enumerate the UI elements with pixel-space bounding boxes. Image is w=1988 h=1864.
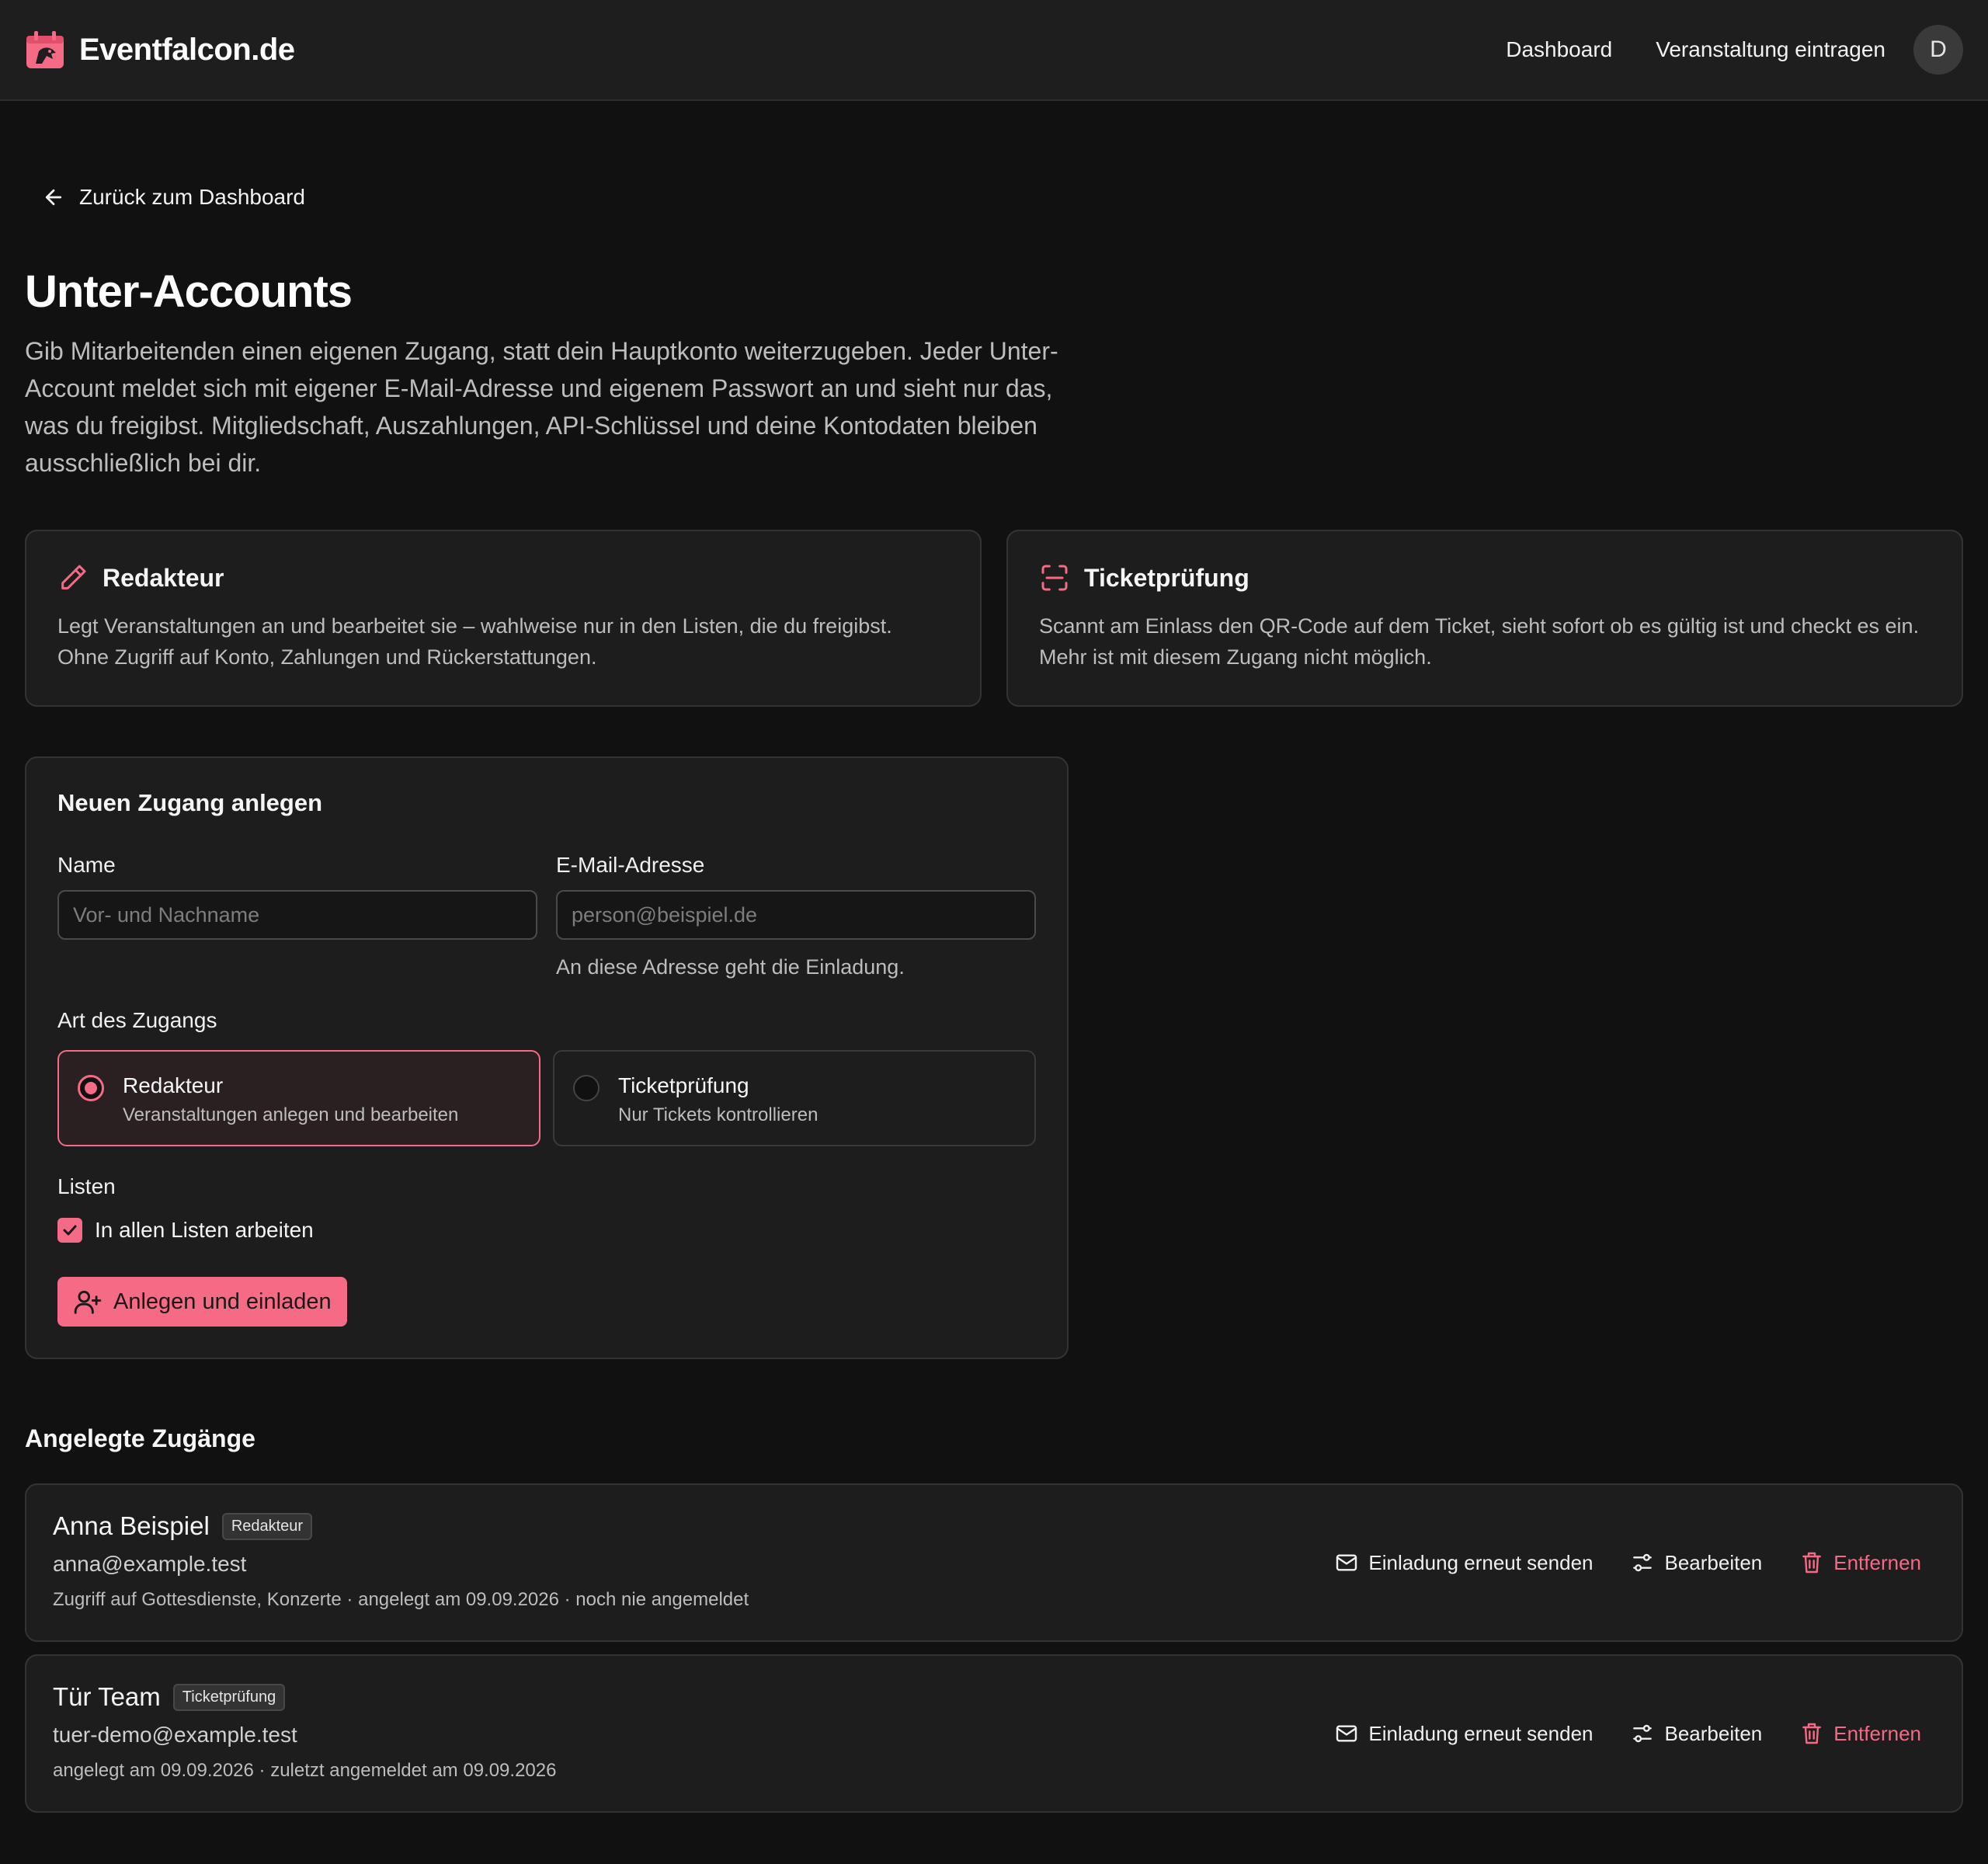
role-badge: Redakteur	[221, 1512, 313, 1540]
email-input[interactable]	[556, 890, 1036, 940]
remove-account-button[interactable]: Entfernen	[1799, 1550, 1921, 1575]
arrow-left-icon	[42, 186, 65, 209]
mail-icon	[1336, 1554, 1357, 1571]
trash-icon	[1802, 1723, 1822, 1744]
brand-link[interactable]: Eventfalcon.de	[25, 30, 295, 70]
resend-invite-button[interactable]: Einladung erneut senden	[1334, 1550, 1593, 1575]
role-badge: Ticketprüfung	[172, 1683, 286, 1711]
create-button-label: Anlegen und einladen	[113, 1288, 332, 1314]
role-card-redakteur: Redakteur Legt Veranstaltungen an und be…	[25, 530, 982, 707]
access-option-ticketpruefung[interactable]: Ticketprüfung Nur Tickets kontrollieren	[553, 1050, 1036, 1146]
sliders-icon	[1633, 1553, 1653, 1572]
back-to-dashboard-link[interactable]: Zurück zum Dashboard	[42, 185, 305, 210]
trash-icon	[1802, 1552, 1822, 1574]
email-label: E-Mail-Adresse	[556, 853, 705, 877]
access-type-label: Art des Zugangs	[57, 1008, 217, 1032]
lists-label: Listen	[57, 1174, 116, 1198]
back-link-label: Zurück zum Dashboard	[79, 185, 306, 209]
all-lists-label: In allen Listen arbeiten	[95, 1218, 314, 1242]
sliders-icon	[1633, 1724, 1653, 1743]
page-title: Unter-Accounts	[25, 266, 353, 317]
page-description: Gib Mitarbeitenden einen eigenen Zugang,…	[25, 337, 1058, 477]
form-title: Neuen Zugang anlegen	[57, 789, 323, 816]
all-lists-checkbox[interactable]	[57, 1218, 82, 1243]
remove-account-button[interactable]: Entfernen	[1799, 1721, 1921, 1746]
mail-icon	[1336, 1725, 1357, 1742]
accounts-section-title: Angelegte Zugänge	[25, 1424, 255, 1452]
role-card-text: Legt Veranstaltungen an und bearbeitet s…	[57, 614, 892, 669]
name-input[interactable]	[57, 890, 537, 940]
top-navbar: Eventfalcon.de Dashboard Veranstaltung e…	[0, 0, 1988, 101]
name-label: Name	[57, 853, 116, 877]
nav-dashboard-link[interactable]: Dashboard	[1506, 37, 1612, 62]
brand-name: Eventfalcon.de	[79, 32, 295, 67]
checkmark-icon	[63, 1225, 77, 1236]
scan-icon	[1039, 562, 1070, 593]
account-name: Tür Team	[53, 1682, 161, 1711]
all-lists-checkbox-row[interactable]: In allen Listen arbeiten	[57, 1218, 314, 1243]
option-subtitle: Veranstaltungen anlegen und bearbeiten	[123, 1104, 459, 1125]
role-card-title: Redakteur	[103, 563, 224, 592]
option-subtitle: Nur Tickets kontrollieren	[618, 1104, 818, 1125]
new-access-form: Neuen Zugang anlegen Name E-Mail-Adresse…	[25, 756, 1069, 1359]
radio-unselected[interactable]	[573, 1075, 600, 1101]
account-row: Tür Team Ticketprüfung tuer-demo@example…	[25, 1654, 1963, 1813]
role-card-title: Ticketprüfung	[1084, 563, 1249, 592]
role-card-ticketpruefung: Ticketprüfung Scannt am Einlass den QR-C…	[1006, 530, 1963, 707]
edit-account-button[interactable]: Bearbeiten	[1630, 1721, 1762, 1746]
radio-selected[interactable]	[78, 1075, 104, 1101]
calendar-logo-icon	[25, 30, 65, 70]
pencil-icon	[57, 562, 89, 593]
user-avatar[interactable]: D	[1913, 25, 1963, 75]
access-option-redakteur[interactable]: Redakteur Veranstaltungen anlegen und be…	[57, 1050, 540, 1146]
email-hint: An diese Adresse geht die Einladung.	[556, 955, 905, 979]
create-and-invite-button[interactable]: Anlegen und einladen	[57, 1277, 347, 1327]
role-card-text: Scannt am Einlass den QR-Code auf dem Ti…	[1039, 614, 1920, 669]
option-title: Ticketprüfung	[618, 1073, 749, 1097]
nav-add-event-link[interactable]: Veranstaltung eintragen	[1656, 37, 1885, 62]
edit-account-button[interactable]: Bearbeiten	[1630, 1550, 1762, 1575]
account-name: Anna Beispiel	[53, 1511, 210, 1540]
user-plus-icon	[73, 1287, 103, 1316]
option-title: Redakteur	[123, 1073, 224, 1097]
account-row: Anna Beispiel Redakteur anna@example.tes…	[25, 1483, 1963, 1642]
resend-invite-button[interactable]: Einladung erneut senden	[1334, 1721, 1593, 1746]
